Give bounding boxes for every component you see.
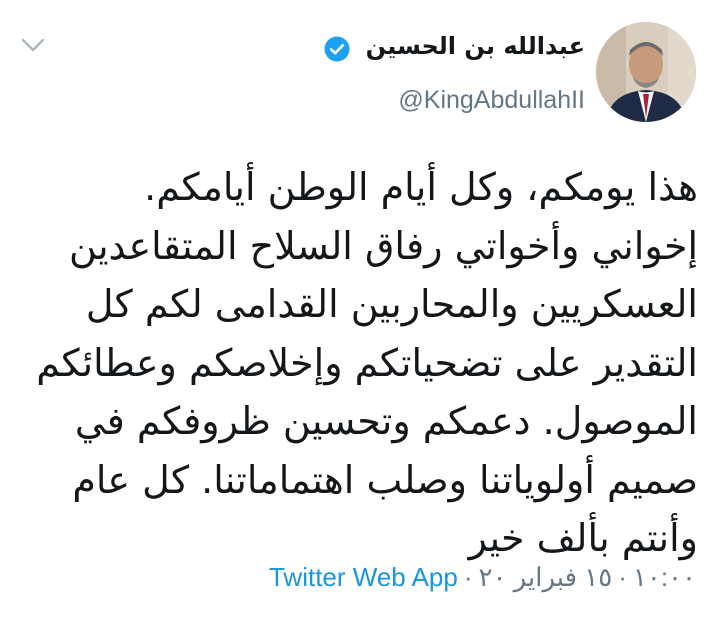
tweet-line: صميم أولوياتنا وصلب اهتماماتنا. كل عام	[72, 457, 698, 502]
tweet-line: إخواني وأخواتي رفاق السلاح المتقاعدين	[69, 223, 698, 268]
author-handle[interactable]: @KingAbdullahII	[398, 86, 585, 115]
tweet-line: التقدير على تضحياتكم وإخلاصكم وعطائكم	[36, 340, 698, 385]
chevron-down-icon[interactable]	[20, 36, 46, 54]
tweet-source-link[interactable]: Twitter Web App	[269, 562, 458, 592]
tweet-line: هذا يومكم، وكل أيام الوطن أيامكم.	[144, 165, 698, 209]
separator: ·	[463, 562, 473, 592]
tweet-line: الموصول. دعمكم وتحسين ظروفكم في	[74, 399, 698, 443]
separator: ·	[618, 562, 627, 592]
tweet-text: هذا يومكم، وكل أيام الوطن أيامكم. إخواني…	[18, 158, 698, 568]
tweet-time[interactable]: ١٠:٠٠	[633, 562, 696, 592]
verified-badge-icon	[324, 36, 350, 62]
tweet-line: العسكريين والمحاربين القدامى لكم كل	[85, 282, 698, 326]
author-avatar[interactable]	[596, 22, 696, 122]
tweet-date[interactable]: ١٥ فبراير ٢٠	[478, 562, 612, 592]
tweet-metadata: ١٠:٠٠·١٥ فبراير ٢٠·Twitter Web App	[269, 562, 696, 593]
tweet-line: وأنتم بألف خير	[468, 516, 698, 560]
author-display-name[interactable]: عبدالله بن الحسين	[366, 32, 585, 60]
